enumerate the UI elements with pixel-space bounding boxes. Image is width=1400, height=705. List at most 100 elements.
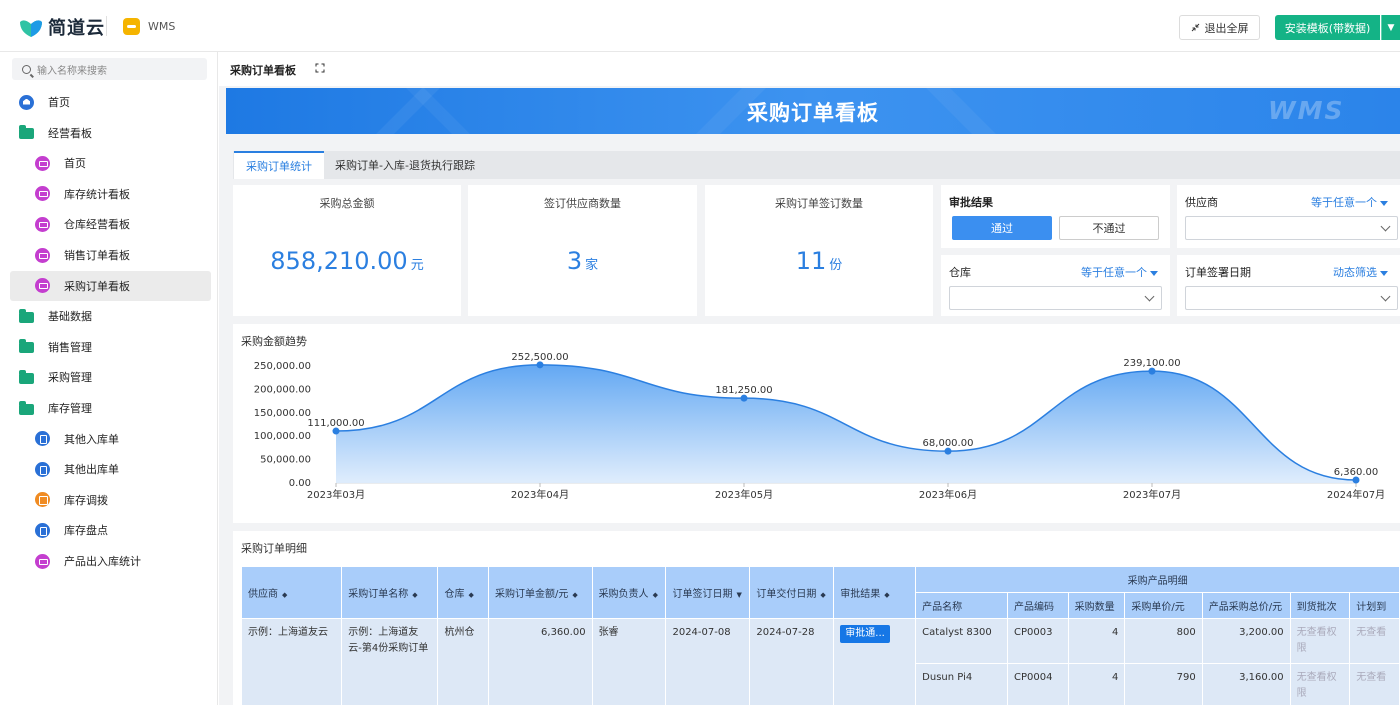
cell-total: 3,160.00 — [1201, 663, 1291, 705]
tab-order-tracking[interactable]: 采购订单-入库-退货执行跟踪 — [323, 151, 487, 179]
sidebar-item[interactable]: 库存管理 — [10, 393, 211, 423]
message-icon — [35, 553, 50, 569]
cell-price: 790 — [1124, 663, 1203, 705]
column-header[interactable]: 订单交付日期 ◆ — [749, 566, 835, 619]
warehouse-select[interactable] — [949, 286, 1162, 310]
sign-date-select[interactable] — [1185, 286, 1398, 310]
filter-operator[interactable]: 动态筛选 — [1333, 264, 1388, 280]
sidebar-item[interactable]: 仓库经营看板 — [10, 209, 211, 239]
filter-operator-label: 动态筛选 — [1333, 266, 1377, 279]
approval-fail-button[interactable]: 不通过 — [1059, 216, 1159, 240]
kpi-unit: 家 — [585, 258, 599, 273]
fullscreen-icon[interactable] — [315, 63, 325, 73]
dashboard-banner: 采购订单看板 WMS — [226, 88, 1400, 134]
sidebar-item[interactable]: 其他出库单 — [10, 454, 211, 484]
chevron-down-icon — [1380, 221, 1391, 232]
sort-desc-icon: ▼ — [736, 591, 742, 599]
folder-icon — [19, 339, 34, 354]
sidebar-item-label: 首页 — [64, 157, 86, 171]
sidebar-item[interactable]: 库存盘点 — [10, 515, 211, 545]
column-header[interactable]: 订单签订日期 ▼ — [665, 566, 751, 619]
sidebar-item[interactable]: 采购管理 — [10, 362, 211, 392]
caret-down-icon — [1380, 270, 1388, 276]
banner-title: 采购订单看板 — [747, 101, 879, 125]
column-header[interactable]: 采购订单金额/元 ◆ — [488, 566, 593, 619]
sidebar-item[interactable]: 采购订单看板 — [10, 270, 211, 301]
install-dropdown-button[interactable]: ▼ — [1381, 15, 1400, 40]
sort-icon: ◆ — [652, 591, 658, 599]
sub-header: 产品编码 — [1007, 592, 1069, 619]
data-label: 6,360.00 — [1334, 467, 1379, 478]
sidebar-item-label: 经营看板 — [48, 126, 92, 140]
table-row[interactable]: 示例：上海道友云 示例：上海道友云-第4份采购订单 杭州仓 6,360.00 张… — [240, 618, 1400, 705]
order-detail-card: 采购订单明细 供应商 ◆ 采购订单名称 ◆ 仓库 ◆ 采购订单金额/元 ◆ 采购负责人 ◆… — [233, 531, 1400, 705]
sidebar-item[interactable]: 基础数据 — [10, 301, 211, 331]
cell-order-name: 示例：上海道友云-第4份采购订单 — [341, 618, 439, 705]
approval-pass-button[interactable]: 通过 — [952, 216, 1052, 240]
filter-supplier: 供应商 等于任意一个 — [1177, 185, 1400, 248]
folder-icon — [19, 369, 34, 384]
data-label: 181,250.00 — [715, 385, 772, 396]
sidebar-item[interactable]: 库存调拨 — [10, 485, 211, 515]
cell-qty: 4 — [1067, 618, 1126, 664]
sidebar-item-label: 首页 — [48, 96, 70, 109]
document-icon — [35, 461, 50, 477]
approval-status-badge[interactable]: 审批通... — [840, 625, 890, 643]
column-header[interactable]: 供应商 ◆ — [240, 566, 343, 619]
exit-fullscreen-button[interactable]: 退出全屏 — [1179, 15, 1260, 40]
kpi-value-wrap: 858,210.00 元 — [233, 247, 461, 275]
tab-order-statistics[interactable]: 采购订单统计 — [234, 151, 324, 179]
cell-plan: 无查看 — [1349, 618, 1400, 664]
folder-icon — [19, 308, 34, 323]
x-tick-label: 2023年03月 — [307, 488, 365, 501]
data-label: 68,000.00 — [923, 438, 974, 449]
cell-sign-date: 2024-07-08 — [665, 618, 751, 705]
x-tick-label: 2024年07月 — [1327, 488, 1385, 501]
kpi-unit: 元 — [410, 258, 424, 273]
filter-operator[interactable]: 等于任意一个 — [1081, 264, 1158, 280]
y-tick-label: 250,000.00 — [254, 361, 311, 372]
document-icon — [35, 522, 50, 538]
column-header-label: 仓库 — [444, 589, 465, 600]
message-icon — [35, 278, 50, 294]
supplier-select[interactable] — [1185, 216, 1398, 240]
search-icon — [22, 64, 31, 74]
sub-header: 计划到 — [1349, 592, 1400, 619]
column-header-label: 采购订单金额/元 — [495, 589, 569, 600]
column-header[interactable]: 仓库 ◆ — [437, 566, 490, 619]
filter-operator[interactable]: 等于任意一个 — [1311, 194, 1388, 210]
table-title: 采购订单明细 — [241, 542, 307, 555]
sort-icon: ◆ — [820, 591, 826, 599]
cell-amount: 6,360.00 — [488, 618, 593, 705]
filter-title: 审批结果 — [949, 196, 993, 209]
column-header[interactable]: 采购订单名称 ◆ — [341, 566, 439, 619]
sidebar-item[interactable]: 首页 — [10, 148, 211, 178]
cell-warehouse: 杭州仓 — [437, 618, 490, 705]
filter-approval: 审批结果 通过 不通过 — [941, 185, 1170, 248]
filter-warehouse: 仓库 等于任意一个 — [941, 255, 1170, 316]
column-header[interactable]: 审批结果 ◆ — [833, 566, 917, 619]
cell-product-name: Dusun Pi4 — [915, 663, 1009, 705]
sidebar-item[interactable]: 销售订单看板 — [10, 240, 211, 270]
message-icon — [35, 216, 50, 232]
brand[interactable]: 简道云 — [18, 14, 105, 40]
cell-qty: 4 — [1067, 663, 1126, 705]
sidebar-item[interactable]: 库存统计看板 — [10, 179, 211, 209]
sidebar-item[interactable]: 产品出入库统计 — [10, 546, 211, 576]
filter-title: 订单签署日期 — [1185, 266, 1251, 279]
search-input[interactable]: 输入名称来搜索 — [12, 58, 207, 80]
column-header[interactable]: 采购负责人 ◆ — [591, 566, 667, 619]
page-title: 采购订单看板 — [230, 64, 296, 77]
data-label: 111,000.00 — [307, 418, 364, 429]
install-template-button[interactable]: 安装模板(带数据) — [1275, 15, 1380, 40]
sidebar-item[interactable]: 经营看板 — [10, 118, 211, 148]
sub-header: 采购数量 — [1067, 592, 1126, 619]
column-header-label: 订单签订日期 — [672, 589, 733, 600]
sidebar-item[interactable]: 首页 — [10, 87, 211, 117]
trend-chart-card: 采购金额趋势 250,000.00 200,000.00 150,000.00 100… — [233, 324, 1400, 523]
kpi-value-wrap: 11 份 — [705, 247, 933, 275]
sidebar-item[interactable]: 其他入库单 — [10, 424, 211, 454]
sidebar-item[interactable]: 销售管理 — [10, 332, 211, 362]
cell-product-code: CP0004 — [1007, 663, 1069, 705]
app-icon — [123, 18, 140, 35]
